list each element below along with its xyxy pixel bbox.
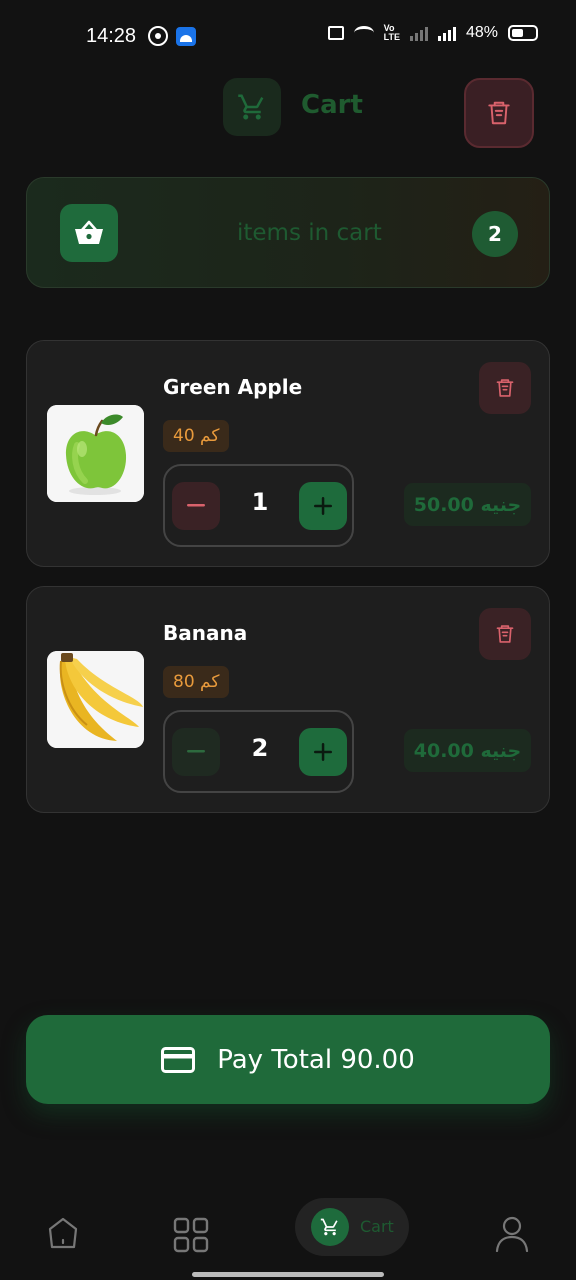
remove-item-button[interactable] bbox=[479, 362, 531, 414]
profile-icon bbox=[495, 1216, 529, 1253]
signal-icon-sim2 bbox=[437, 25, 456, 41]
nav-cart-label: Cart bbox=[360, 1217, 394, 1236]
minus-icon bbox=[187, 504, 205, 507]
item-weight-badge: 40 كم bbox=[163, 420, 230, 452]
cart-icon bbox=[238, 94, 264, 120]
battery-icon bbox=[508, 25, 538, 41]
item-name: Green Apple bbox=[163, 375, 303, 399]
bottom-nav: Cart bbox=[0, 1190, 576, 1280]
item-weight-badge: 80 كم bbox=[163, 666, 230, 698]
cart-item: Banana 80 كم 2 40.00 جنيه bbox=[26, 586, 550, 813]
remove-item-button[interactable] bbox=[479, 608, 531, 660]
item-price: 40.00 جنيه bbox=[404, 729, 531, 772]
decrease-quantity-button[interactable] bbox=[172, 482, 220, 530]
plus-icon bbox=[314, 497, 332, 515]
signal-icon-sim1 bbox=[409, 25, 428, 41]
clear-cart-button[interactable] bbox=[464, 78, 534, 148]
nav-home[interactable] bbox=[44, 1214, 82, 1256]
whatsapp-icon bbox=[148, 26, 168, 46]
decrease-quantity-button[interactable] bbox=[172, 728, 220, 776]
nav-categories[interactable] bbox=[173, 1217, 209, 1257]
nav-cart[interactable]: Cart bbox=[295, 1198, 409, 1256]
quantity-stepper: 1 bbox=[163, 464, 354, 547]
basket-badge bbox=[60, 204, 118, 262]
wifi-icon bbox=[353, 26, 374, 40]
android-icon bbox=[176, 27, 196, 46]
home-icon bbox=[48, 1217, 78, 1249]
quantity-value: 1 bbox=[251, 488, 269, 516]
items-in-cart-label: items in cart bbox=[237, 220, 382, 246]
cart-summary-banner: items in cart 2 bbox=[26, 177, 550, 288]
page-title: Cart bbox=[301, 90, 363, 120]
pay-total-button[interactable]: Pay Total 90.00 bbox=[26, 1015, 550, 1104]
trash-icon bbox=[496, 379, 514, 397]
items-count-badge: 2 bbox=[472, 211, 518, 257]
cart-icon bbox=[320, 1218, 338, 1236]
grid-icon bbox=[173, 1217, 209, 1253]
credit-card-icon bbox=[161, 1046, 196, 1073]
status-time: 14:28 bbox=[86, 25, 137, 47]
screen-cast-icon bbox=[327, 26, 344, 40]
nav-cart-badge bbox=[311, 1208, 349, 1246]
quantity-value: 2 bbox=[251, 734, 269, 762]
plus-icon bbox=[314, 743, 332, 761]
quantity-stepper: 2 bbox=[163, 710, 354, 793]
home-indicator[interactable] bbox=[192, 1272, 384, 1277]
pay-total-label: Pay Total 90.00 bbox=[217, 1044, 415, 1075]
header-cart-badge bbox=[223, 78, 281, 136]
item-price: 50.00 جنيه bbox=[404, 483, 531, 526]
minus-icon bbox=[187, 750, 205, 753]
product-image-green-apple bbox=[47, 405, 144, 502]
basket-icon bbox=[75, 220, 103, 244]
product-image-banana bbox=[47, 651, 144, 748]
increase-quantity-button[interactable] bbox=[299, 482, 347, 530]
trash-icon bbox=[496, 625, 514, 643]
trash-icon bbox=[488, 101, 510, 125]
status-bar: 14:28 Vo LTE 48% bbox=[0, 0, 576, 72]
cart-item: Green Apple 40 كم 1 50.00 جنيه bbox=[26, 340, 550, 567]
status-indicators: Vo LTE 48% bbox=[327, 23, 538, 42]
item-name: Banana bbox=[163, 621, 248, 645]
nav-profile[interactable] bbox=[495, 1216, 529, 1256]
increase-quantity-button[interactable] bbox=[299, 728, 347, 776]
volte-icon: Vo LTE bbox=[383, 23, 400, 42]
battery-percent: 48% bbox=[465, 24, 498, 41]
